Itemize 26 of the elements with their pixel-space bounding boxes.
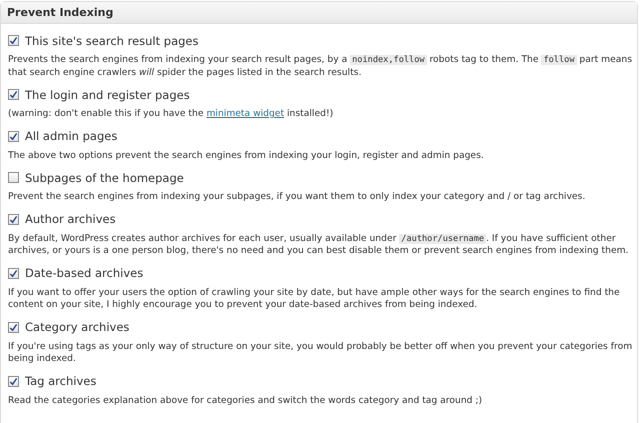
- option-label: Category archives: [25, 320, 130, 334]
- checkbox[interactable]: [8, 376, 19, 386]
- checkbox[interactable]: [8, 268, 19, 278]
- option-description: Prevent the search engines from indexing your subpages, if you want them to only index your category and / or tag archives.: [8, 191, 586, 204]
- option-label: Tag archives: [25, 374, 96, 388]
- option-label: This site's search result pages: [25, 34, 198, 48]
- checkbox[interactable]: [8, 35, 19, 46]
- option-label: Author archives: [25, 212, 116, 226]
- checkbox[interactable]: [8, 214, 19, 224]
- panel-title: Prevent Indexing: [7, 6, 114, 19]
- option-description: If you're using tags as your only way of structure on your site, you would probably be better off when you prevent your categories from being indexed.: [8, 340, 634, 366]
- option-label: The login and register pages: [25, 88, 190, 102]
- option-label: Date-based archives: [25, 266, 144, 280]
- option-description: (warning: don't enable this if you have the minimeta widget installed!): [8, 108, 334, 120]
- option-description: Prevents the search engines from indexing your search result pages, by a noindex,follow robots tag to them. The follow part means that search engine crawlers will spider the pages listed in the search results.: [8, 54, 634, 79]
- option-description: By default, WordPress creates author archives for each user, usually available under /author/username . If you have sufficient other archives, or yours is a one person blog, there's no need and you can best disable them or prevent search engines from indexing them.: [8, 232, 630, 258]
- widget-link[interactable]: minimeta widget: [206, 108, 284, 119]
- option-label: All admin pages: [25, 129, 118, 143]
- option-label: Subpages of the homepage: [25, 170, 184, 184]
- checkbox[interactable]: [8, 172, 19, 183]
- option-description: Read the categories explanation above for categories and switch the words category and tag around ;): [8, 394, 484, 407]
- option-description: The above two options prevent the search engines from indexing your login, register and admin pages.: [8, 150, 485, 162]
- checkbox[interactable]: [8, 130, 19, 142]
- option-description: If you want to offer your users the option of crawling your site by date, but have ample other ways for the search engines to find the content on your site, I highly encourage you to prevent your date-based archives from being indexed.: [8, 286, 621, 312]
- checkbox[interactable]: [8, 322, 19, 332]
- checkbox[interactable]: [8, 89, 19, 100]
